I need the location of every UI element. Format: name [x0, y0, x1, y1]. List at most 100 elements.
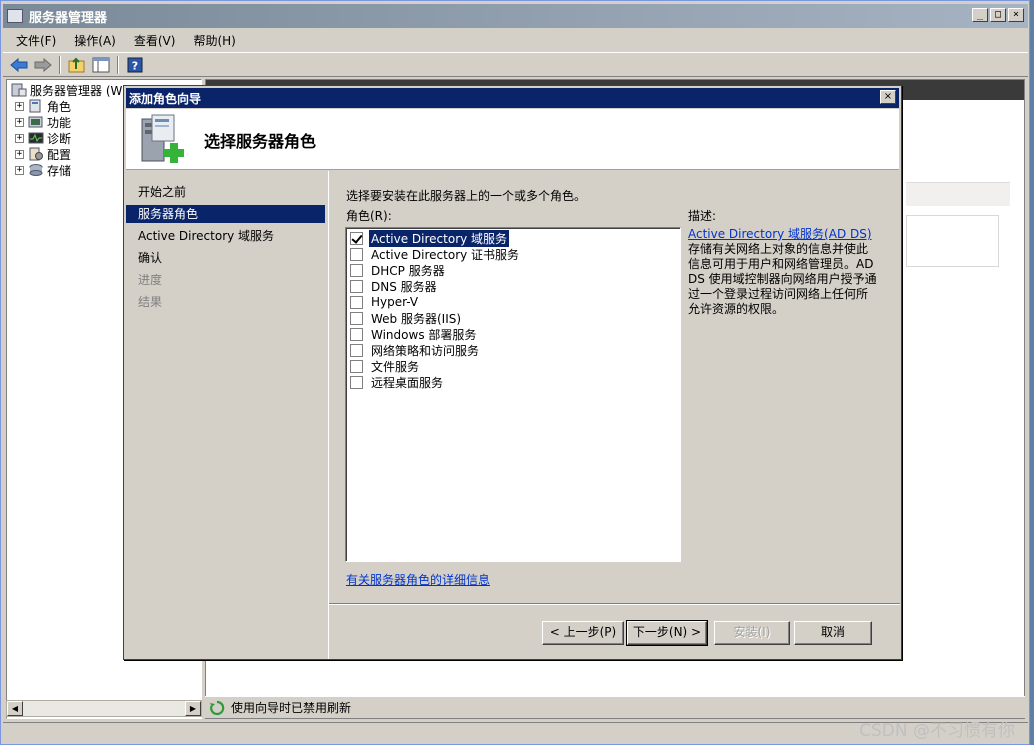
wizard-content: 选择要安装在此服务器上的一个或多个角色。 角色(R): 描述: Active D… [328, 171, 900, 659]
role-hyper-v[interactable]: Hyper-V [350, 294, 420, 310]
details-section-box [906, 215, 999, 267]
toolbar: ? [3, 52, 1028, 77]
wizard-page-title: 选择服务器角色 [204, 132, 317, 151]
expand-icon[interactable]: + [15, 101, 24, 111]
refresh-status-bar: 使用向导时已禁用刷新 [205, 696, 1025, 718]
role-checkbox[interactable] [350, 375, 363, 389]
role-rds[interactable]: 远程桌面服务 [350, 374, 445, 390]
server-icon [11, 83, 27, 97]
tree-item-roles[interactable]: + 角色 [15, 98, 71, 114]
role-checkbox[interactable] [350, 311, 363, 325]
diagnostics-icon [28, 132, 44, 144]
role-checkbox[interactable] [350, 343, 363, 357]
status-text: 使用向导时已禁用刷新 [231, 701, 352, 715]
menu-action[interactable]: 操作(A) [67, 30, 123, 51]
tree-item-configuration[interactable]: + 配置 [15, 146, 71, 162]
role-checkbox[interactable] [350, 295, 363, 309]
forward-arrow-icon[interactable] [33, 55, 53, 74]
install-button: 安装(I) [714, 621, 790, 645]
up-folder-icon[interactable] [67, 55, 87, 74]
toolbar-separator [59, 55, 61, 74]
description-role-link[interactable]: Active Directory 域服务(AD DS) [688, 227, 872, 241]
minimize-button[interactable]: _ [972, 8, 988, 22]
menu-view[interactable]: 查看(V) [127, 30, 183, 51]
role-checkbox[interactable] [350, 247, 363, 261]
role-checkbox[interactable] [350, 327, 363, 341]
roles-label: 角色(R): [346, 209, 392, 223]
scroll-right-icon[interactable]: ▶ [185, 701, 201, 716]
role-dns[interactable]: DNS 服务器 [350, 278, 439, 294]
role-checkbox[interactable] [350, 279, 363, 293]
expand-icon[interactable]: + [15, 117, 24, 127]
expand-icon[interactable]: + [15, 133, 24, 143]
button-separator [329, 603, 900, 605]
roles-icon [29, 99, 41, 113]
step-server-roles[interactable]: 服务器角色 [126, 205, 325, 223]
console-tree-icon[interactable] [91, 55, 111, 74]
tree-item-label: 存储 [47, 163, 72, 178]
close-button[interactable]: × [1008, 8, 1024, 22]
help-icon[interactable]: ? [125, 55, 145, 74]
toolbar-separator [117, 55, 119, 74]
role-label: Web 服务器(IIS) [371, 311, 462, 326]
dialog-title: 添加角色向导 [129, 91, 202, 106]
details-section-bar [906, 182, 1010, 206]
role-label: Active Directory 证书服务 [371, 247, 520, 262]
role-label: 网络策略和访问服务 [371, 343, 480, 358]
cancel-button[interactable]: 取消 [794, 621, 872, 645]
tree-item-features[interactable]: + 功能 [15, 114, 71, 130]
role-checkbox[interactable] [350, 359, 363, 373]
role-iis[interactable]: Web 服务器(IIS) [350, 310, 463, 326]
server-manager-icon [7, 9, 23, 23]
role-file-services[interactable]: 文件服务 [350, 358, 421, 374]
more-info-link[interactable]: 有关服务器角色的详细信息 [346, 571, 490, 588]
wizard-header: 选择服务器角色 [126, 109, 899, 170]
maximize-button[interactable]: □ [990, 8, 1006, 22]
role-description: Active Directory 域服务(AD DS) 存储有关网络上对象的信息… [688, 227, 878, 317]
role-npas[interactable]: 网络策略和访问服务 [350, 342, 481, 358]
main-titlebar[interactable]: 服务器管理器 _ □ × [3, 4, 1028, 28]
tree-item-label: 功能 [47, 115, 72, 130]
tree-item-label: 角色 [47, 99, 72, 114]
watermark-text: CSDN @不习惯有你 [859, 721, 1015, 741]
tree-item-diagnostics[interactable]: + 诊断 [15, 130, 71, 146]
menu-file[interactable]: 文件(F) [9, 30, 63, 51]
tree-item-label: 诊断 [47, 131, 72, 146]
scroll-left-icon[interactable]: ◀ [7, 701, 23, 716]
step-progress: 进度 [138, 273, 163, 287]
role-ad-cs[interactable]: Active Directory 证书服务 [350, 246, 521, 262]
menu-help[interactable]: 帮助(H) [186, 30, 242, 51]
add-roles-wizard-dialog: 添加角色向导 × 选择服务器角色 开始之前 服务器角色 Active Direc… [123, 85, 902, 660]
role-wds[interactable]: Windows 部署服务 [350, 326, 478, 342]
step-results: 结果 [138, 295, 163, 309]
step-confirmation[interactable]: 确认 [126, 249, 325, 267]
back-arrow-icon[interactable] [9, 55, 29, 74]
role-label: Hyper-V [371, 295, 419, 309]
role-dhcp[interactable]: DHCP 服务器 [350, 262, 447, 278]
step-ad-ds[interactable]: Active Directory 域服务 [126, 227, 325, 245]
expand-icon[interactable]: + [15, 149, 24, 159]
back-button[interactable]: < 上一步(P) [542, 621, 624, 645]
role-label: DNS 服务器 [371, 279, 437, 294]
tree-item-storage[interactable]: + 存储 [15, 162, 71, 178]
add-role-server-icon [141, 114, 184, 163]
svg-text:?: ? [132, 59, 138, 72]
features-icon [28, 116, 43, 128]
roles-list[interactable]: Active Directory 域服务 Active Directory 证书… [345, 227, 681, 562]
refresh-icon [210, 700, 225, 715]
role-label: 远程桌面服务 [371, 375, 444, 390]
role-ad-ds[interactable]: Active Directory 域服务 [350, 229, 510, 247]
expand-icon[interactable]: + [15, 165, 24, 175]
wizard-steps: 开始之前 服务器角色 Active Directory 域服务 确认 进度 结果 [126, 171, 327, 659]
description-text: 存储有关网络上对象的信息并使此信息可用于用户和网络管理员。AD DS 使用域控制… [688, 242, 877, 316]
next-button[interactable]: 下一步(N) > [626, 620, 708, 646]
role-checkbox[interactable] [350, 263, 363, 277]
tree-item-label: 配置 [47, 147, 72, 162]
step-before-you-begin[interactable]: 开始之前 [126, 183, 325, 201]
dialog-titlebar[interactable]: 添加角色向导 × [126, 88, 899, 108]
configuration-icon [29, 147, 43, 161]
role-label: Active Directory 域服务 [369, 229, 510, 247]
dialog-close-button[interactable]: × [880, 90, 896, 104]
tree-horizontal-scrollbar[interactable]: ◀ ▶ [6, 700, 202, 717]
role-checkbox[interactable] [350, 231, 363, 245]
